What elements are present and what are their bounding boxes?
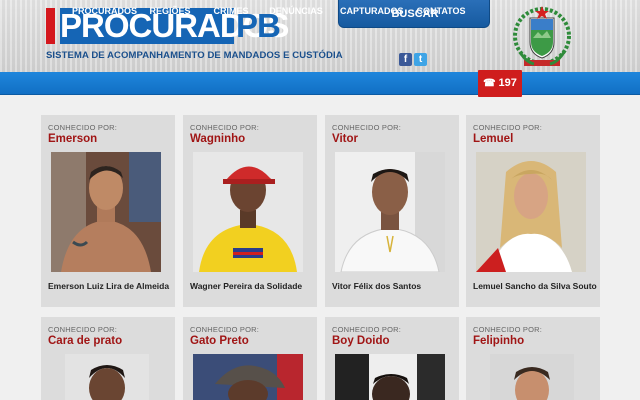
phone-hotline-button[interactable]: ☎ 197 (478, 70, 522, 97)
wanted-card[interactable]: CONHECIDO POR: Boy Doido (325, 317, 459, 400)
wanted-full-name: Emerson Luiz Lira de Almeida (48, 281, 170, 291)
known-as-label: CONHECIDO POR: (473, 325, 543, 334)
wanted-card[interactable]: CONHECIDO POR: Lemuel Lemuel Sancho da S… (466, 115, 600, 307)
wanted-card[interactable]: CONHECIDO POR: Vitor Vitor Félix dos San… (325, 115, 459, 307)
nav-item-regioes[interactable]: REGIÕES (146, 0, 194, 23)
known-as-label: CONHECIDO POR: (48, 325, 118, 334)
wanted-nickname[interactable]: Cara de prato (48, 335, 122, 347)
known-as-label: CONHECIDO POR: (190, 123, 260, 132)
wanted-nickname[interactable]: Boy Doido (332, 335, 390, 347)
wanted-nickname[interactable]: Wagninho (190, 133, 245, 145)
phone-number: 197 (498, 77, 517, 89)
wanted-nickname[interactable]: Gato Preto (190, 335, 249, 347)
nav-item-crimes[interactable]: CRIMES (210, 0, 252, 23)
wanted-full-name: Wagner Pereira da Solidade (190, 281, 303, 291)
phone-icon: ☎ (483, 78, 496, 89)
wanted-card[interactable]: CONHECIDO POR: Cara de prato (41, 317, 175, 400)
known-as-label: CONHECIDO POR: (332, 123, 402, 132)
wanted-photo[interactable] (476, 152, 586, 272)
logo-subtitle: SISTEMA DE ACOMPANHAMENTO DE MANDADOS E … (46, 50, 343, 61)
nav-item-capturados[interactable]: CAPTURADOS (340, 0, 404, 23)
wanted-photo[interactable] (51, 152, 161, 272)
wanted-card[interactable]: CONHECIDO POR: Wagninho Wagner Pereira d… (183, 115, 317, 307)
wanted-full-name: Vitor Félix dos Santos (332, 281, 422, 291)
wanted-card[interactable]: CONHECIDO POR: Gato Preto (183, 317, 317, 400)
wanted-photo[interactable] (193, 152, 303, 272)
nav-item-denuncias[interactable]: DENÚNCIAS (268, 0, 324, 23)
wanted-nickname[interactable]: Vitor (332, 133, 358, 145)
wanted-photo[interactable] (335, 152, 445, 272)
wanted-nickname[interactable]: Lemuel (473, 133, 513, 145)
twitter-icon[interactable]: t (414, 53, 427, 66)
known-as-label: CONHECIDO POR: (332, 325, 402, 334)
state-crest-icon (513, 6, 571, 66)
wanted-photo[interactable] (193, 354, 303, 400)
wanted-card[interactable]: CONHECIDO POR: Felipinho (466, 317, 600, 400)
wanted-photo[interactable] (490, 354, 574, 400)
nav-item-procurados[interactable]: PROCURADOS (72, 0, 137, 23)
nav-item-contatos[interactable]: CONTATOS (416, 0, 466, 23)
known-as-label: CONHECIDO POR: (48, 123, 118, 132)
known-as-label: CONHECIDO POR: (190, 325, 260, 334)
known-as-label: CONHECIDO POR: (473, 123, 543, 132)
main-nav (0, 72, 640, 95)
facebook-icon[interactable]: f (399, 53, 412, 66)
wanted-nickname[interactable]: Felipinho (473, 335, 524, 347)
wanted-photo[interactable] (335, 354, 445, 400)
wanted-photo[interactable] (65, 354, 149, 400)
wanted-nickname[interactable]: Emerson (48, 133, 97, 145)
logo-red-bar (46, 8, 55, 44)
wanted-full-name: Lemuel Sancho da Silva Souto (473, 281, 597, 291)
wanted-card[interactable]: CONHECIDO POR: Emerson Emerson Luiz Lira… (41, 115, 175, 307)
